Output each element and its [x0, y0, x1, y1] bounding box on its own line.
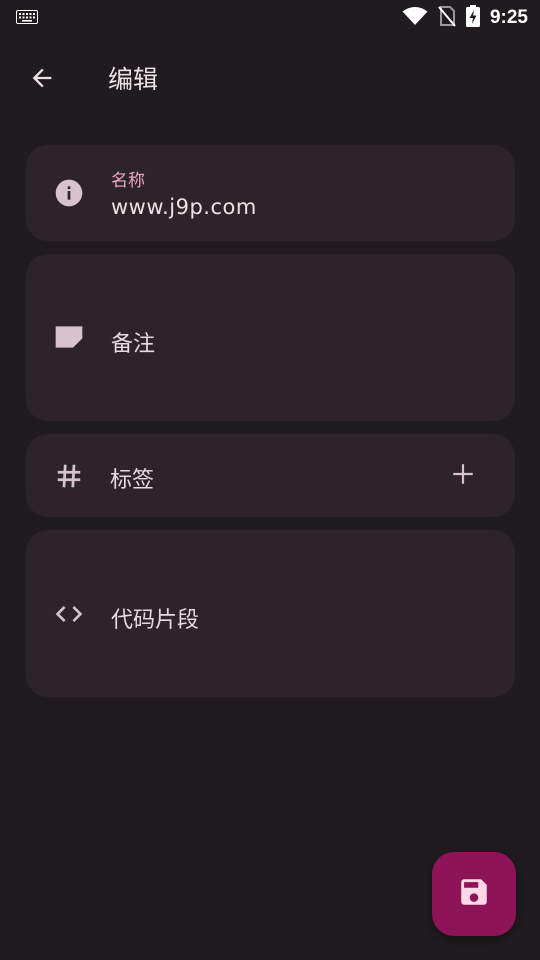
status-time: 9:25 — [489, 7, 528, 28]
edit-screen: 9:25 编辑 名称 www.j9p.com 备注 标签 代码片段 — [0, 0, 540, 960]
no-sim-icon — [438, 5, 456, 31]
name-field[interactable]: 名称 www.j9p.com — [26, 145, 515, 241]
code-field-placeholder: 代码片段 — [111, 608, 200, 633]
plus-icon — [450, 461, 476, 491]
note-field[interactable]: 备注 — [26, 254, 515, 421]
arrow-back-icon — [28, 64, 56, 96]
wifi-icon — [402, 6, 428, 30]
tags-field-label: 标签 — [110, 468, 155, 493]
note-icon — [52, 320, 86, 354]
page-title: 编辑 — [108, 65, 159, 94]
code-icon — [52, 597, 86, 631]
hash-icon — [52, 459, 86, 493]
save-icon — [457, 875, 491, 913]
name-field-label: 名称 — [111, 171, 145, 191]
tags-field: 标签 — [26, 434, 515, 517]
app-bar: 编辑 — [0, 40, 540, 116]
note-field-placeholder: 备注 — [111, 332, 156, 357]
keyboard-icon — [16, 9, 38, 28]
battery-charging-icon — [465, 5, 480, 31]
add-tag-button[interactable] — [443, 456, 483, 496]
info-icon — [52, 176, 86, 210]
code-field[interactable]: 代码片段 — [26, 530, 515, 697]
save-button[interactable] — [432, 852, 516, 936]
back-button[interactable] — [20, 58, 64, 102]
name-field-value[interactable]: www.j9p.com — [111, 195, 257, 219]
status-bar: 9:25 — [0, 0, 540, 36]
